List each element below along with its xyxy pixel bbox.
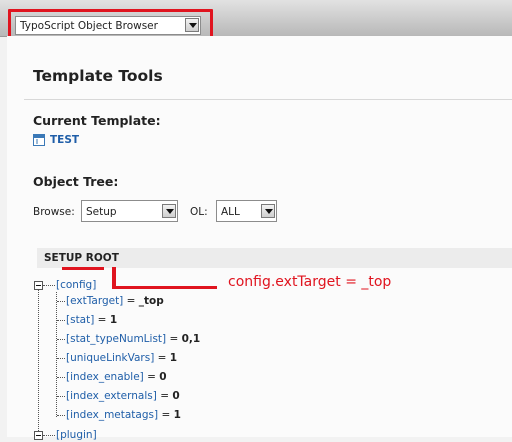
tree-node-operator: =	[158, 409, 174, 421]
tree-node[interactable]: [stat] = 1	[57, 314, 117, 327]
tree-node-key[interactable]: [uniqueLinkVars]	[66, 352, 154, 364]
tree-node-value: 0,1	[181, 333, 201, 345]
tree-node-key[interactable]: [plugin]	[56, 429, 97, 441]
setup-root-label: SETUP ROOT	[44, 252, 119, 264]
tree-node-key[interactable]: [stat_typeNumList]	[66, 333, 166, 345]
ol-select[interactable]: ALL	[216, 200, 277, 222]
template-icon	[33, 134, 45, 146]
browse-select[interactable]: Setup	[81, 200, 178, 222]
tree-connector	[57, 357, 65, 359]
tree-connector	[57, 414, 65, 416]
tree-node[interactable]: [uniqueLinkVars] = 1	[57, 352, 177, 365]
tree-node-config[interactable]: [config]	[43, 279, 96, 292]
expand-icon[interactable]	[34, 431, 43, 440]
tree-node-key[interactable]: [index_metatags]	[66, 409, 158, 421]
tree-connector	[57, 395, 65, 397]
tree-node-value: 0	[159, 371, 167, 383]
chevron-down-icon[interactable]	[261, 204, 275, 218]
tree-connector	[57, 376, 65, 378]
tree-node-operator: =	[156, 390, 173, 402]
browse-label: Browse:	[33, 206, 75, 218]
tree-trunk-line	[38, 285, 39, 437]
tree-connector	[57, 338, 65, 340]
annotation-text: config.extTarget = _top	[228, 274, 392, 290]
chevron-down-icon[interactable]	[185, 18, 199, 32]
tree-node-operator: =	[143, 371, 160, 383]
tree-node-key[interactable]: [config]	[56, 279, 96, 291]
tree-node[interactable]: [index_externals] = 0	[57, 390, 180, 403]
collapse-icon[interactable]	[34, 281, 43, 290]
tree-node-key[interactable]: [extTarget]	[66, 295, 123, 307]
tree-node[interactable]: [index_metatags] = 1	[57, 409, 181, 422]
tree-node-operator: =	[94, 314, 110, 326]
chevron-down-icon[interactable]	[162, 204, 176, 218]
annotation-connector-horizontal	[112, 286, 217, 289]
tree-node-value: 0	[172, 390, 180, 402]
module-menu-value: TypoScript Object Browser	[20, 20, 158, 32]
tree-connector	[57, 300, 65, 302]
tree-node-key[interactable]: [index_enable]	[66, 371, 144, 383]
tree-connector	[43, 434, 55, 436]
tree-node-key[interactable]: [index_externals]	[66, 390, 157, 402]
module-menu-select[interactable]: TypoScript Object Browser	[15, 16, 201, 35]
tree-node-key[interactable]: [stat]	[66, 314, 94, 326]
tree-connector	[43, 284, 55, 286]
ol-label: OL:	[190, 206, 208, 218]
tree-node-value: 1	[109, 314, 118, 326]
browse-value: Setup	[86, 206, 117, 218]
tree-connector	[57, 319, 65, 321]
page-title: Template Tools	[33, 67, 163, 85]
current-template-link[interactable]: TEST	[33, 133, 79, 147]
tree-node-value: _top	[138, 295, 164, 307]
current-template-name[interactable]: TEST	[50, 134, 79, 146]
tree-node-operator: =	[154, 352, 170, 364]
current-template-heading: Current Template:	[33, 113, 161, 128]
tree-node-operator: =	[123, 295, 139, 307]
tree-node-plugin[interactable]: [plugin]	[43, 429, 97, 442]
tree-node[interactable]: [stat_typeNumList] = 0,1	[57, 333, 200, 346]
tree-node-operator: =	[166, 333, 182, 345]
tree-node[interactable]: [index_enable] = 0	[57, 371, 167, 384]
divider	[24, 99, 512, 100]
tree-node[interactable]: [extTarget] = _top	[57, 295, 164, 308]
tree-node-value: 1	[169, 352, 178, 364]
object-tree-heading: Object Tree:	[33, 174, 119, 189]
root-underline	[62, 267, 104, 270]
tree-node-value: 1	[173, 409, 181, 421]
ol-value: ALL	[221, 206, 240, 218]
